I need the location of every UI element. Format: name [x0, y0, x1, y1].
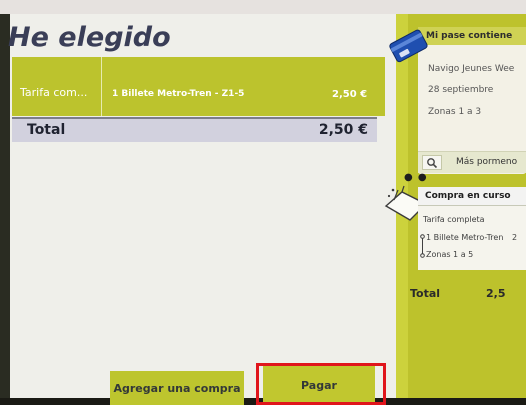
- fare-type-label: Tarifa com...: [12, 57, 102, 116]
- purchase-ticket-suffix: 2: [511, 233, 518, 242]
- side-total-label: Total: [410, 287, 441, 300]
- search-icon[interactable]: [422, 155, 442, 170]
- left-bezel: [0, 14, 10, 405]
- pass-product: Navigo Jeunes Wee: [428, 64, 515, 74]
- item-price: 2,50 €: [332, 89, 368, 100]
- purchase-fare: Tarifa completa: [423, 215, 485, 224]
- total-label: Total: [27, 122, 66, 138]
- top-bezel: [0, 0, 526, 14]
- purchase-in-progress-panel: Compra en curso Tarifa completa 1 Billet…: [418, 187, 526, 270]
- pass-validity-date: 28 septiembre: [428, 85, 494, 95]
- page-title: He elegido: [8, 22, 171, 53]
- purchase-ticket: 1 Billete Metro-Tren 2: [426, 233, 517, 242]
- pass-contents-card: Mi pase contiene Navigo Jeunes Wee 28 se…: [418, 27, 526, 174]
- purchase-zones: Zonas 1 a 5: [426, 250, 474, 259]
- timeline-connector-icon: [420, 234, 425, 258]
- ticket-description: 1 Billete Metro-Tren - Z1-5: [112, 89, 245, 99]
- card-icon: [389, 29, 428, 63]
- cart-total-row: Total 2,50 €: [12, 117, 377, 142]
- separator-dots: ● ●: [404, 172, 428, 183]
- purchase-heading: Compra en curso: [418, 187, 526, 206]
- pay-button[interactable]: Pagar: [263, 366, 375, 405]
- side-total-amount: 2,5: [486, 287, 506, 300]
- more-details-label[interactable]: Más pormeno: [456, 157, 517, 167]
- cart-item-row[interactable]: Tarifa com... 1 Billete Metro-Tren - Z1-…: [12, 57, 385, 116]
- more-details-bar[interactable]: Más pormeno: [418, 151, 526, 173]
- add-purchase-button[interactable]: Agregar una compra: [110, 371, 244, 405]
- total-amount: 2,50 €: [318, 122, 368, 138]
- pass-card-heading: Mi pase contiene: [418, 27, 526, 45]
- pass-zones: Zonas 1 a 3: [428, 107, 482, 117]
- purchase-ticket-name: 1 Billete Metro-Tren: [426, 233, 504, 242]
